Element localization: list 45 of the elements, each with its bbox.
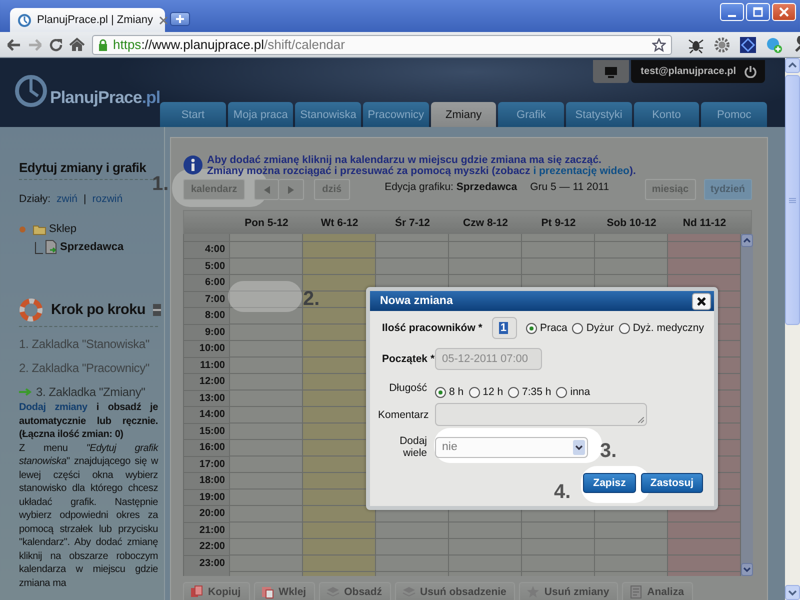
time-label: 19:00 — [184, 488, 229, 505]
time-label: 4:00 — [184, 241, 229, 258]
info-text: Zmiany można rozciągać i przesuwać za pomocą myszki (zobacz i prezentację wideo). — [207, 166, 636, 177]
day-header: Pt 9-12 — [540, 216, 577, 230]
time-label: 15:00 — [184, 422, 229, 439]
time-label: 11:00 — [184, 356, 229, 373]
day-header: Nd 11-12 — [682, 216, 728, 230]
separator-text: | — [84, 193, 86, 205]
day-header: Śr 7-12 — [394, 216, 432, 230]
time-label: 10:00 — [184, 340, 229, 356]
time-label: 12:00 — [184, 373, 229, 390]
field-label: Komentarz — [378, 408, 430, 420]
day-header: Czw 8-12 — [462, 216, 509, 230]
instruction-text: Dodaj zmiany i obsadź je automatycznie lub ręcznie. (Łączna ilość zmian: 0) — [19, 401, 158, 442]
day-header: Pon 5-12 — [244, 216, 290, 230]
time-label: 14:00 — [184, 406, 229, 422]
field-label: Początek * — [381, 353, 435, 365]
time-label: 8:00 — [184, 307, 229, 324]
step-number: 2. — [303, 288, 320, 311]
schedule-label: Edycja grafiku: Sprzedawca — [384, 181, 518, 193]
day-header: Sob 10-12 — [606, 216, 658, 230]
dialog-titlebar: Nowa zmiana — [370, 291, 714, 311]
help-text: Z menu "Edytuj grafik stanowiska" znajdującego się w lewej części okna wybierz stanowisko dla którego chcesz układać grafik. Następnie wybierz odpowiedni okres za pomocą strzałek lub przycisku "kalendarz". Aby dodać zmianę kliknij na obszarze roboczym kalendarza w miejscu gdzie zmiana ma — [19, 442, 158, 590]
step-number: 3. — [600, 440, 617, 463]
field-label: Długość — [388, 382, 428, 394]
step-number: 4. — [554, 481, 571, 504]
guide-title: Krok po kroku — [51, 302, 146, 318]
day-header: Wt 6-12 — [320, 216, 360, 230]
time-label: 7:00 — [184, 290, 229, 307]
time-label: 20:00 — [184, 505, 229, 522]
time-label: 9:00 — [184, 324, 229, 340]
time-label: 5:00 — [184, 258, 229, 274]
time-label: 23:00 — [184, 554, 229, 571]
field-label: Dodaj wiele — [398, 435, 428, 459]
time-label: 22:00 — [184, 538, 229, 554]
info-text: Aby dodać zmianę kliknij na kalendarzu w miejscu gdzie zmiana ma się zacząć. — [207, 155, 602, 166]
field-label: Ilość pracowników * — [382, 322, 482, 334]
time-label: 17:00 — [184, 456, 229, 472]
time-label: 13:00 — [184, 390, 229, 406]
time-label: 18:00 — [184, 472, 229, 488]
departments-label: Działy: — [19, 193, 51, 205]
time-label: 21:00 — [184, 522, 229, 538]
time-label: 16:00 — [184, 439, 229, 456]
time-label: 6:00 — [184, 274, 229, 290]
date-range: Gru 5 — 11 2011 — [530, 181, 610, 193]
